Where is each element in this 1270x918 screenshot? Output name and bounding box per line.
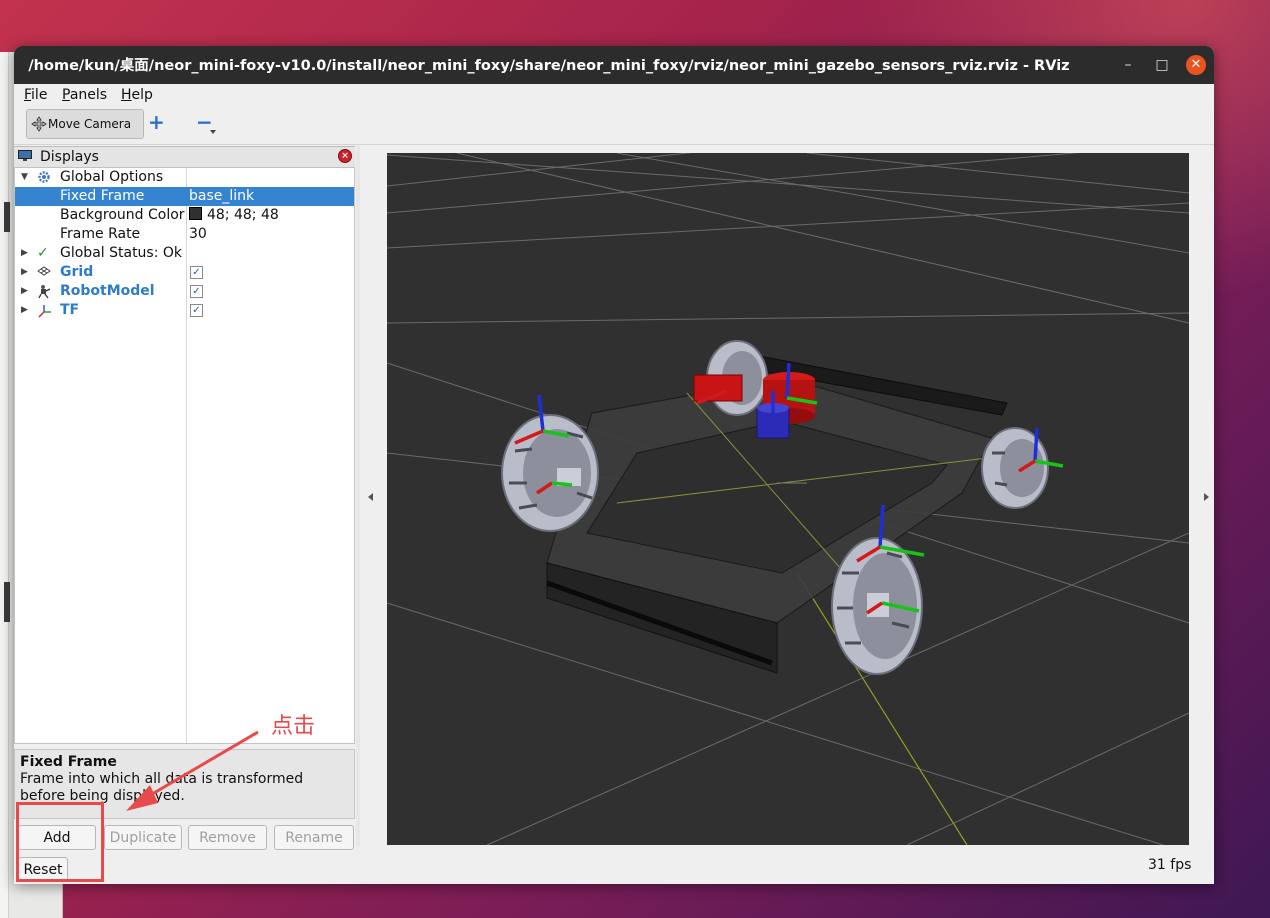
grid-icon [37,265,53,280]
remove-button[interactable]: Remove [188,825,267,850]
displays-panel-header: Displays × [14,146,355,167]
description-title: Fixed Frame [20,754,117,770]
tree-row-background-color[interactable]: Background Color 48; 48; 48 [15,206,354,225]
tree-row-tf[interactable]: ▶ TF ✓ [15,301,354,320]
tree-row-robotmodel[interactable]: ▶ RobotModel ✓ [15,282,354,301]
menu-bar: File Panels Help [14,84,1214,106]
displays-title: Displays [40,149,99,165]
checkmark-icon: ✓ [37,245,49,261]
collapse-right-arrow-icon[interactable] [1204,493,1209,501]
menu-help-label: elp [131,87,153,103]
color-swatch [189,207,202,220]
annotation-label: 点击 [271,714,316,739]
window-title: /home/kun/桌面/neor_mini-foxy-v10.0/instal… [28,58,1070,74]
robotmodel-checkbox[interactable]: ✓ [190,285,203,298]
expand-arrow-icon[interactable]: ▶ [21,282,28,301]
background-window-edge [0,52,9,918]
tf-checkbox[interactable]: ✓ [190,304,203,317]
tree-item-label: Grid [60,264,94,280]
tree-item-label: Global Options [60,169,164,185]
tree-row-grid[interactable]: ▶ Grid ✓ [15,263,354,282]
menu-panels[interactable]: Panels [62,84,107,106]
displays-tree: ▼ Global Options Fixed Frame base_link B… [14,167,355,744]
menu-panels-label: anels [69,87,108,103]
move-camera-label: Move Camera [48,117,132,131]
tree-row-global-options[interactable]: ▼ Global Options [15,168,354,187]
grid-checkbox[interactable]: ✓ [190,266,203,279]
menu-file[interactable]: File [24,84,47,106]
menu-file-label: ile [31,87,48,103]
move-camera-tool[interactable]: Move Camera [26,109,144,139]
tree-row-frame-rate[interactable]: Frame Rate 30 [15,225,354,244]
tree-item-label: Frame Rate [60,226,141,242]
gear-icon [37,170,53,185]
tree-item-label: Background Color [60,207,185,223]
collapse-left-arrow-icon[interactable] [368,493,373,501]
move-camera-icon [31,116,47,132]
menu-panels-accel: P [62,87,70,103]
duplicate-button[interactable]: Duplicate [104,825,182,850]
rename-button[interactable]: Rename [274,825,354,850]
tree-item-label: Fixed Frame [60,188,145,204]
background-color-value[interactable]: 48; 48; 48 [189,206,279,225]
panel-splitter[interactable] [356,146,360,846]
menu-help[interactable]: Help [121,84,153,106]
frame-rate-value[interactable]: 30 [189,225,207,244]
fps-counter: 31 fps [1148,857,1192,873]
robot-icon [37,284,53,299]
annotation-highlight-box [16,802,104,882]
title-bar[interactable]: /home/kun/桌面/neor_mini-foxy-v10.0/instal… [14,46,1214,84]
expand-arrow-icon[interactable]: ▶ [21,263,28,282]
description-text: Frame into which all data is transformed… [20,771,304,804]
background-window-marker [4,582,10,622]
remove-tool-icon[interactable]: − [196,112,216,136]
scene-render [387,153,1189,845]
close-panel-icon[interactable]: × [338,149,352,163]
minimize-button[interactable]: – [1118,55,1138,75]
tree-item-label: TF [60,302,80,318]
3d-viewport[interactable] [387,153,1189,845]
rviz-window: /home/kun/桌面/neor_mini-foxy-v10.0/instal… [14,46,1214,884]
toolbar: Move Camera + − [14,106,1214,145]
tree-row-fixed-frame[interactable]: Fixed Frame base_link [15,187,354,206]
close-button[interactable]: ✕ [1186,55,1206,75]
axes-icon [37,303,53,318]
fixed-frame-value[interactable]: base_link [189,187,254,206]
expand-arrow-icon[interactable]: ▶ [21,244,28,263]
wheel-rear-right [981,427,1049,509]
add-tool-icon[interactable]: + [148,112,165,132]
expand-arrow-icon[interactable]: ▼ [21,168,28,187]
tree-item-label: Global Status: Ok [60,245,183,261]
maximize-button[interactable]: □ [1152,55,1172,75]
background-color-text: 48; 48; 48 [207,207,279,223]
menu-help-accel: H [121,87,132,103]
tree-row-global-status[interactable]: ▶ ✓ Global Status: Ok [15,244,354,263]
monitor-icon [18,150,32,161]
menu-file-accel: F [24,87,32,103]
background-window-marker [4,202,10,232]
expand-arrow-icon[interactable]: ▶ [21,301,28,320]
dropdown-arrow-icon [210,130,216,134]
tree-item-label: RobotModel [60,283,155,299]
